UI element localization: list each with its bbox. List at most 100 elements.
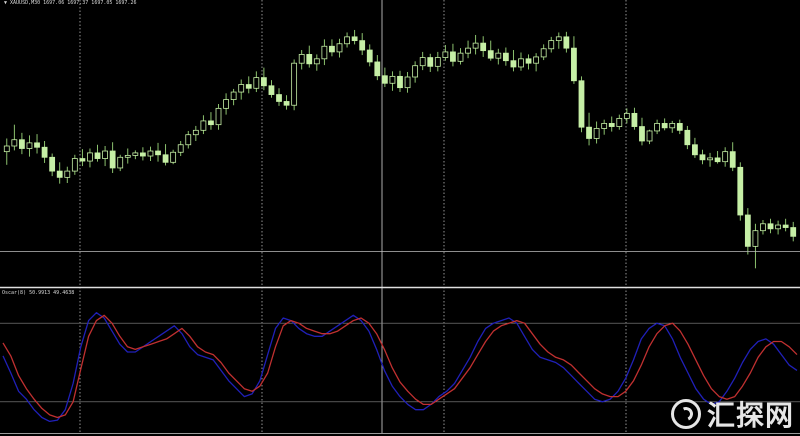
- candle: [427, 53, 434, 72]
- candle-body: [381, 75, 388, 84]
- candle: [563, 31, 570, 53]
- candle: [94, 144, 101, 162]
- candle: [419, 51, 426, 71]
- candle: [117, 154, 124, 172]
- dropdown-triangle-icon[interactable]: ▼: [4, 0, 7, 6]
- candle-body: [192, 129, 199, 136]
- candle-body: [434, 57, 441, 67]
- candle: [374, 55, 381, 81]
- candle: [412, 61, 419, 83]
- candle-body: [223, 99, 229, 109]
- candle: [71, 154, 78, 175]
- candle: [540, 44, 547, 61]
- candle: [434, 51, 441, 72]
- candle-body: [19, 139, 25, 149]
- candle-body: [510, 60, 517, 68]
- candle: [177, 140, 184, 157]
- candle: [162, 144, 169, 166]
- candle: [548, 36, 555, 53]
- candle-body: [699, 154, 706, 161]
- candle-body: [722, 151, 729, 163]
- candle: [639, 117, 645, 146]
- candle-body: [321, 45, 328, 60]
- candle: [283, 95, 290, 110]
- candle-body: [117, 156, 124, 169]
- candle-body: [487, 50, 494, 59]
- candle: [336, 38, 343, 58]
- candle-body: [139, 152, 146, 157]
- candle: [147, 146, 154, 162]
- candle-body: [601, 123, 608, 129]
- candle: [215, 103, 222, 130]
- candle-body: [276, 94, 282, 102]
- candle-body: [578, 80, 585, 128]
- candle-body: [238, 84, 245, 93]
- period-separators: [79, 0, 627, 434]
- candle: [56, 162, 63, 184]
- watermark-text: 汇探网: [706, 399, 794, 432]
- candle: [359, 33, 366, 56]
- candle-body: [200, 120, 207, 131]
- candle: [752, 223, 759, 269]
- candle: [109, 142, 116, 173]
- candle-body: [374, 61, 381, 77]
- candle-body: [351, 36, 358, 42]
- candle-body: [775, 224, 781, 230]
- candle: [351, 29, 358, 45]
- candle: [646, 129, 653, 145]
- price-candles: [3, 29, 797, 269]
- candle: [450, 43, 456, 67]
- candle-body: [64, 170, 71, 178]
- candle-body: [26, 142, 33, 149]
- candle: [41, 140, 48, 163]
- candle: [669, 120, 676, 133]
- candle-body: [676, 123, 683, 131]
- candle: [457, 48, 464, 65]
- candle: [502, 47, 509, 66]
- candle-body: [419, 57, 426, 67]
- candle-body: [268, 85, 275, 95]
- candle: [313, 54, 320, 71]
- candle-body: [260, 77, 267, 87]
- candle-body: [389, 75, 396, 84]
- candle-body: [162, 154, 169, 163]
- candle: [245, 76, 252, 94]
- candle-body: [245, 84, 252, 89]
- candle: [442, 45, 449, 61]
- candle: [631, 107, 638, 130]
- candle-body: [155, 150, 161, 156]
- chart-terminal[interactable]: ▼ XAUUSD,M30 1697.06 1697.37 1697.05 169…: [0, 0, 800, 436]
- candle: [139, 147, 146, 161]
- candle: [722, 147, 729, 167]
- candle-body: [427, 57, 434, 67]
- candle: [510, 50, 517, 72]
- candle: [775, 220, 781, 235]
- candle-body: [412, 65, 419, 78]
- candle-body: [11, 139, 18, 147]
- candle-body: [737, 166, 744, 216]
- candle-body: [752, 230, 759, 247]
- candle-body: [283, 101, 290, 106]
- candle: [555, 32, 562, 49]
- candle-body: [87, 152, 93, 162]
- candle: [465, 40, 471, 59]
- candle: [654, 119, 661, 135]
- chart-canvas[interactable]: [0, 0, 800, 436]
- candle: [268, 80, 275, 98]
- candle-body: [397, 75, 403, 89]
- candle: [102, 146, 108, 167]
- candle-body: [124, 155, 131, 158]
- candle: [684, 125, 691, 150]
- candle-body: [102, 150, 108, 159]
- candle-body: [442, 51, 449, 58]
- candle: [208, 112, 214, 130]
- candle: [714, 151, 721, 164]
- candle: [192, 125, 199, 141]
- candle-body: [147, 150, 154, 157]
- candle: [692, 137, 698, 158]
- candle-body: [661, 123, 668, 129]
- candle-body: [495, 52, 502, 59]
- candle: [389, 71, 396, 91]
- candle-body: [608, 123, 615, 127]
- candle: [495, 48, 502, 65]
